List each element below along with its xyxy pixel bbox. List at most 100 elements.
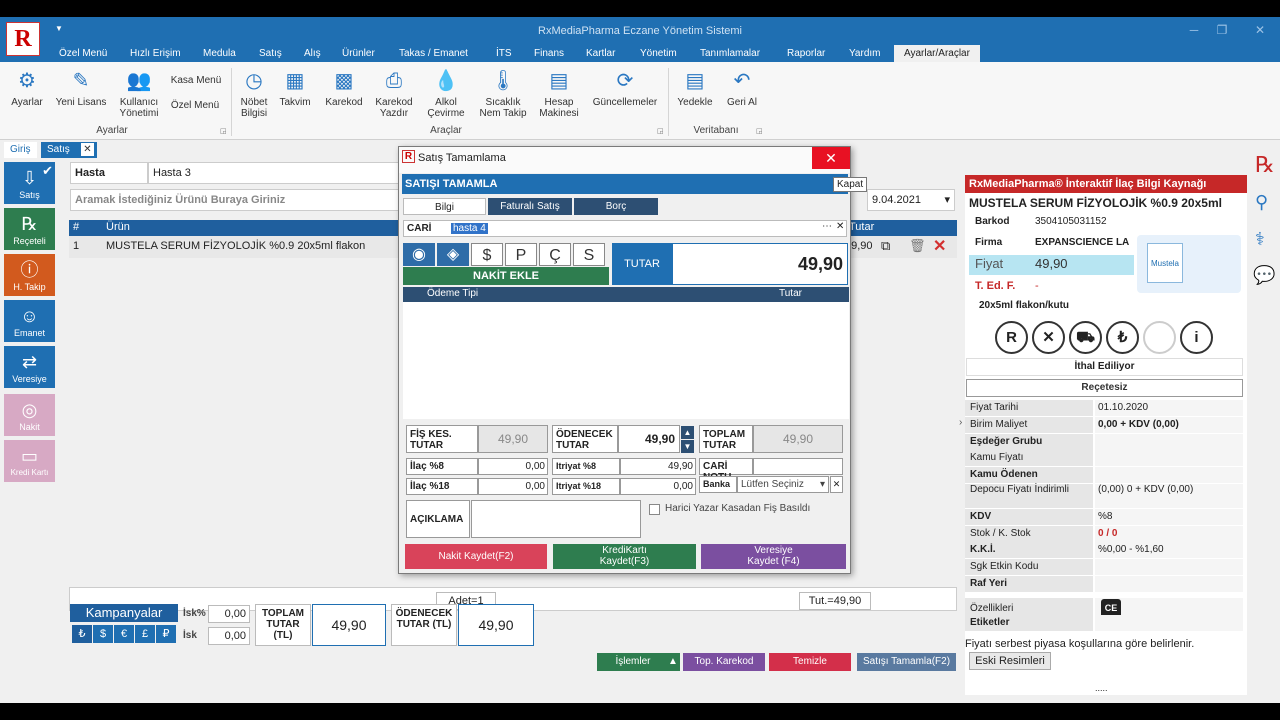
card-tag-icon[interactable]: ◈ bbox=[437, 243, 469, 266]
menu-ozel[interactable]: Özel Menü bbox=[59, 45, 107, 62]
kampanyalar-button[interactable]: Kampanyalar bbox=[70, 604, 178, 622]
nobet-button[interactable]: ◷ Nöbet Bilgisi bbox=[236, 68, 272, 119]
no-cross-icon[interactable]: ✕ bbox=[1032, 321, 1065, 354]
currency-try-button[interactable]: ₺ bbox=[72, 625, 92, 643]
menu-finans[interactable]: Finans bbox=[534, 45, 564, 62]
menu-yardim[interactable]: Yardım bbox=[849, 45, 881, 62]
info-icon[interactable]: i bbox=[1180, 321, 1213, 354]
satisi-tamamla-button[interactable]: Satışı Tamamla(F2) bbox=[857, 653, 956, 671]
tab-satis[interactable]: Satış ✕ bbox=[41, 142, 97, 158]
karekod-button[interactable]: ▩ Karekod bbox=[322, 68, 366, 108]
ilac18-input[interactable]: 0,00 bbox=[478, 478, 548, 495]
menu-alis[interactable]: Alış bbox=[304, 45, 321, 62]
aciklama-input[interactable] bbox=[471, 500, 641, 538]
chevron-down-icon[interactable]: ▾ bbox=[820, 477, 825, 492]
cari-notu-input[interactable] bbox=[753, 458, 843, 475]
pay-type-c[interactable]: Ç bbox=[539, 243, 571, 266]
menu-its[interactable]: İTS bbox=[496, 45, 512, 62]
delete-bin-icon[interactable]: 🗑 bbox=[909, 238, 926, 254]
clear-icon[interactable]: ✕ bbox=[836, 221, 844, 232]
more-icon[interactable]: ⋯ bbox=[822, 221, 832, 232]
itriyat8-input[interactable]: 49,90 bbox=[620, 458, 696, 475]
calculator-button[interactable]: ▤ Hesap Makinesi bbox=[536, 68, 582, 119]
cari-input[interactable]: hasta 4 bbox=[451, 222, 821, 235]
sicaklik-button[interactable]: 🌡 Sıcaklık Nem Takip bbox=[476, 68, 530, 119]
veritabani-launcher-icon[interactable]: ◲ bbox=[756, 127, 763, 135]
new-license-button[interactable]: ✎ Yeni Lisans bbox=[52, 68, 110, 108]
sidebar-item-emanet[interactable]: ☺ Emanet bbox=[4, 300, 55, 342]
coins-icon[interactable]: ◉ bbox=[403, 243, 435, 266]
alkol-button[interactable]: 💧 Alkol Çevirme bbox=[424, 68, 468, 119]
minimize-icon[interactable]: ─ bbox=[1184, 23, 1204, 37]
chat-icon[interactable]: 💬 bbox=[1253, 265, 1275, 286]
cart-icon[interactable]: ⛟ bbox=[1069, 321, 1102, 354]
isk-input[interactable]: 0,00 bbox=[208, 627, 250, 645]
karekod-yazdir-button[interactable]: ⎙ Karekod Yazdır bbox=[372, 68, 416, 119]
currency-usd-button[interactable]: $ bbox=[93, 625, 113, 643]
tutar-input[interactable]: 49,90 bbox=[672, 243, 848, 285]
kredi-kaydet-button[interactable]: KrediKartı Kaydet(F3) bbox=[553, 544, 696, 569]
dialog-close-button[interactable]: ✕ bbox=[812, 147, 850, 169]
veresiye-kaydet-button[interactable]: Veresiye Kaydet (F4) bbox=[701, 544, 846, 569]
pay-type-p[interactable]: P bbox=[505, 243, 537, 266]
pay-type-usd[interactable]: $ bbox=[471, 243, 503, 266]
sidebar-item-h-takip[interactable]: ⓘ H. Takip bbox=[4, 254, 55, 296]
payment-list[interactable] bbox=[403, 302, 849, 419]
product-search-input[interactable]: Aramak İstediğiniz Ürünü Buraya Giriniz bbox=[70, 189, 408, 211]
panel-collapse-icon[interactable]: › bbox=[959, 417, 962, 428]
caduceus-icon[interactable]: ⚕ bbox=[1255, 229, 1265, 250]
menu-takas[interactable]: Takas / Emanet bbox=[399, 45, 468, 62]
currency-gbp-button[interactable]: £ bbox=[135, 625, 155, 643]
user-management-button[interactable]: 👥 Kullanıcı Yönetimi bbox=[112, 68, 166, 119]
harici-checkbox[interactable] bbox=[649, 504, 660, 515]
itriyat18-input[interactable]: 0,00 bbox=[620, 478, 696, 495]
ayarlar-launcher-icon[interactable]: ◲ bbox=[220, 127, 227, 135]
chevron-up-icon[interactable]: ▲ bbox=[666, 653, 680, 671]
search-pill-icon[interactable]: ⚲ bbox=[1255, 192, 1268, 213]
menu-kartlar[interactable]: Kartlar bbox=[586, 45, 615, 62]
hasta-field[interactable]: Hasta 3 bbox=[148, 162, 408, 184]
updates-button[interactable]: ⟳ Güncellemeler bbox=[590, 68, 660, 108]
nakit-ekle-button[interactable]: NAKİT EKLE bbox=[403, 267, 609, 285]
sidebar-item-satis[interactable]: ⇩ Satış ✔ bbox=[4, 162, 55, 204]
menu-ayarlar-araclar[interactable]: Ayarlar/Araçlar bbox=[894, 45, 980, 62]
islemler-button[interactable]: İşlemler bbox=[597, 653, 669, 671]
menu-medula[interactable]: Medula bbox=[203, 45, 236, 62]
kasa-menu-button[interactable]: Kasa Menü bbox=[168, 75, 224, 86]
ilac8-input[interactable]: 0,00 bbox=[478, 458, 548, 475]
close-window-icon[interactable]: ✕ bbox=[1250, 23, 1270, 37]
menu-yonetim[interactable]: Yönetim bbox=[640, 45, 677, 62]
sidebar-item-receteli[interactable]: ℞ Reçeteli bbox=[4, 208, 55, 250]
sidebar-item-nakit[interactable]: ◎ Nakit bbox=[4, 394, 55, 436]
currency-eur-button[interactable]: € bbox=[114, 625, 134, 643]
odenecek-input[interactable]: 49,90 bbox=[618, 425, 680, 453]
maximize-icon[interactable]: ❐ bbox=[1212, 23, 1232, 37]
sidebar-item-kredi-karti[interactable]: ▭ Kredi Kartı bbox=[4, 440, 55, 482]
spin-up-icon[interactable]: ▲ bbox=[681, 426, 694, 439]
currency-rub-button[interactable]: ₽ bbox=[156, 625, 176, 643]
menu-tanimlamalar[interactable]: Tanımlamalar bbox=[700, 45, 760, 62]
tab-giris[interactable]: Giriş bbox=[4, 142, 37, 158]
top-karekod-button[interactable]: Top. Karekod bbox=[683, 653, 765, 671]
eski-resimleri-button[interactable]: Eski Resimleri bbox=[969, 652, 1051, 670]
spin-down-icon[interactable]: ▼ bbox=[681, 440, 694, 453]
copy-icon[interactable]: ⧉ bbox=[881, 238, 890, 254]
backup-button[interactable]: ▤ Yedekle bbox=[674, 68, 716, 108]
sidebar-item-veresiye[interactable]: ⇄ Veresiye bbox=[4, 346, 55, 388]
tab-borc[interactable]: Borç bbox=[574, 198, 658, 215]
pay-type-s[interactable]: S bbox=[573, 243, 605, 266]
isk-pct-input[interactable]: 0,00 bbox=[208, 605, 250, 623]
prescription-icon[interactable]: R bbox=[995, 321, 1028, 354]
banka-clear-icon[interactable]: ✕ bbox=[830, 476, 843, 493]
menu-urunler[interactable]: Ürünler bbox=[342, 45, 375, 62]
araclar-launcher-icon[interactable]: ◲ bbox=[657, 127, 664, 135]
banka-select[interactable]: Lütfen Seçiniz ▾ bbox=[737, 476, 829, 493]
menu-satis[interactable]: Satış bbox=[259, 45, 282, 62]
takvim-button[interactable]: ▦ Takvim bbox=[276, 68, 314, 108]
close-tab-icon[interactable]: ✕ bbox=[81, 143, 94, 156]
menu-raporlar[interactable]: Raporlar bbox=[787, 45, 825, 62]
tab-bilgi[interactable]: Bilgi bbox=[403, 198, 486, 215]
tab-faturali-satis[interactable]: Faturalı Satış bbox=[488, 198, 572, 215]
chevron-down-icon[interactable]: ▾ bbox=[944, 190, 950, 210]
ozel-menu-button[interactable]: Özel Menü bbox=[168, 100, 222, 111]
